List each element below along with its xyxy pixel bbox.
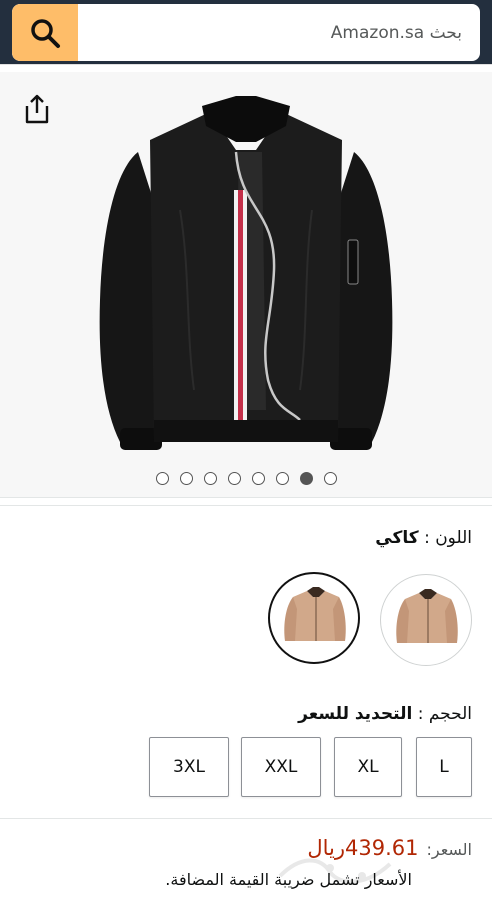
size-option-xxl[interactable]: XXL bbox=[241, 737, 321, 797]
color-value: كاكي bbox=[375, 528, 419, 548]
color-row: اللون : كاكي bbox=[375, 528, 472, 548]
khaki-jacket-thumbnail bbox=[396, 589, 458, 643]
price-label: السعر: bbox=[426, 840, 472, 859]
color-swatch-khaki[interactable] bbox=[380, 574, 472, 666]
search-input[interactable] bbox=[88, 4, 472, 61]
size-option-3xl[interactable]: 3XL bbox=[149, 737, 229, 797]
divider bbox=[0, 818, 492, 819]
carousel-dot[interactable] bbox=[155, 472, 169, 485]
color-label: اللون : bbox=[424, 528, 472, 548]
vat-note: الأسعار تشمل ضريبة القيمة المضافة. bbox=[165, 870, 412, 889]
size-label: الحجم : bbox=[417, 704, 472, 724]
search-button[interactable] bbox=[12, 4, 78, 61]
size-row: الحجم : التحديد للسعر bbox=[298, 704, 472, 724]
divider bbox=[0, 505, 492, 506]
share-button[interactable] bbox=[22, 92, 52, 126]
carousel-dot[interactable] bbox=[251, 472, 265, 485]
top-header bbox=[0, 0, 492, 68]
share-icon bbox=[25, 94, 49, 124]
khaki-jacket-thumbnail bbox=[284, 587, 346, 641]
carousel-dot-active[interactable] bbox=[299, 472, 313, 485]
header-strip bbox=[0, 64, 492, 70]
carousel-indicator bbox=[0, 472, 492, 488]
color-swatch-khaki-selected[interactable] bbox=[268, 572, 360, 664]
carousel-dot[interactable] bbox=[227, 472, 241, 485]
search-bar[interactable] bbox=[12, 4, 480, 61]
carousel-dot[interactable] bbox=[275, 472, 289, 485]
product-image[interactable] bbox=[90, 90, 402, 462]
carousel-dot[interactable] bbox=[179, 472, 193, 485]
size-option-l[interactable]: L bbox=[416, 737, 472, 797]
carousel-dot[interactable] bbox=[323, 472, 337, 485]
size-value: التحديد للسعر bbox=[298, 704, 413, 724]
carousel-dot[interactable] bbox=[203, 472, 217, 485]
search-icon bbox=[31, 18, 60, 48]
divider bbox=[0, 497, 492, 498]
product-image-gallery[interactable] bbox=[0, 72, 492, 497]
size-option-xl[interactable]: XL bbox=[334, 737, 402, 797]
